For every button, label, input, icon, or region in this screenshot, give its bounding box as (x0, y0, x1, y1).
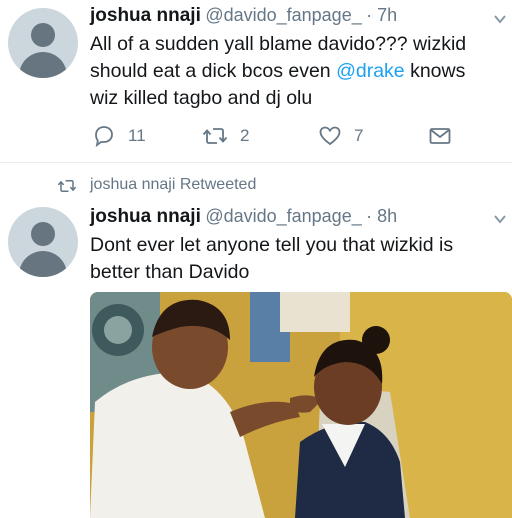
tweet-header: joshua nnaji @davido_fanpage_ · 8h (90, 206, 397, 228)
avatar[interactable] (8, 207, 78, 277)
reply-button[interactable]: 11 (92, 124, 146, 148)
retweet-button[interactable]: 2 (202, 124, 249, 148)
heart-icon (319, 126, 341, 146)
tweet-text: All of a sudden yall blame davido??? wiz… (90, 33, 467, 109)
dm-button[interactable] (428, 124, 464, 148)
like-count: 7 (354, 126, 364, 145)
user-handle[interactable]: @davido_fanpage_ (205, 206, 361, 226)
tweet-time[interactable]: · 7h (366, 5, 397, 25)
tweet-divider (0, 162, 512, 163)
reply-count: 11 (128, 126, 146, 145)
display-name[interactable]: joshua nnaji (90, 5, 201, 26)
mail-icon (429, 128, 451, 144)
tweet-photo[interactable] (90, 292, 512, 518)
chevron-down-icon[interactable] (494, 214, 506, 224)
reply-icon (95, 126, 113, 148)
retweet-icon (57, 180, 77, 192)
user-handle[interactable]: @davido_fanpage_ (205, 5, 361, 25)
like-button[interactable]: 7 (318, 124, 363, 148)
mention-link[interactable]: @drake (336, 60, 405, 82)
tweet-actions: 11 2 7 (92, 124, 452, 150)
display-name[interactable]: joshua nnaji (90, 206, 201, 227)
avatar[interactable] (8, 8, 78, 78)
tweet-time[interactable]: · 8h (366, 206, 397, 226)
chevron-down-icon[interactable] (494, 14, 506, 24)
tweet-header: joshua nnaji @davido_fanpage_ · 7h (90, 5, 397, 27)
retweet-icon (202, 128, 228, 144)
retweet-count: 2 (240, 126, 250, 145)
retweeted-by-label[interactable]: joshua nnaji Retweeted (90, 176, 256, 194)
tweet-text: Dont ever let anyone tell you that wizki… (90, 234, 454, 283)
